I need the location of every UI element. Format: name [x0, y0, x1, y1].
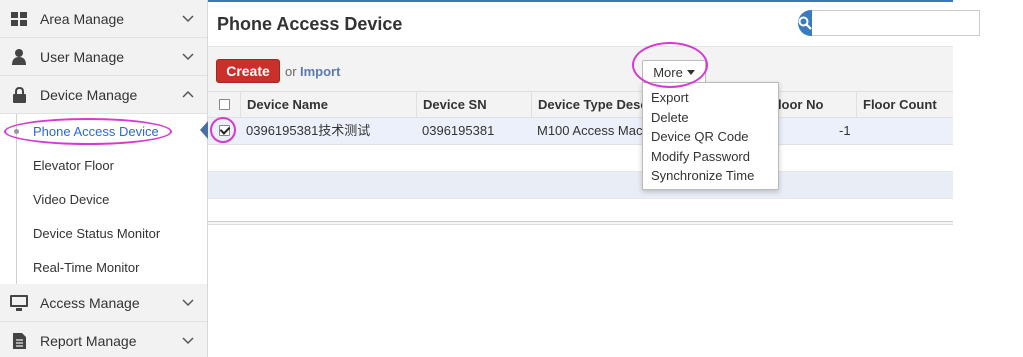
select-all-checkbox[interactable] — [219, 99, 230, 110]
chevron-down-icon — [182, 53, 194, 61]
main-panel: Phone Access Device Create or Import Mor… — [208, 2, 980, 357]
cell-device-sn: 0396195381 — [422, 123, 495, 138]
sidebar-item-label: Video Device — [33, 191, 110, 207]
cell-device-type: M100 Access Mac — [537, 123, 643, 138]
monitor-icon — [10, 294, 28, 312]
grid-icon — [10, 10, 28, 28]
column-header-floor-count[interactable]: Floor Count — [856, 92, 953, 118]
search-input[interactable] — [812, 10, 980, 36]
menu-user-manage-label: User Manage — [40, 48, 125, 65]
column-header-device-name[interactable]: Device Name — [240, 92, 416, 118]
page-title: Phone Access Device — [217, 14, 403, 34]
toolbar: Create or Import More — [208, 46, 953, 92]
menu-device-manage[interactable]: Device Manage — [0, 76, 207, 114]
sidebar-item-video-device[interactable]: Video Device — [0, 182, 207, 216]
more-button[interactable]: More — [642, 60, 706, 84]
menu-access-manage[interactable]: Access Manage — [0, 284, 207, 322]
cell-device-name: 0396195381技术测试 — [246, 123, 371, 138]
table-row[interactable]: 0396195381技术测试 0396195381 M100 Access Ma… — [208, 118, 953, 145]
tree-dot — [14, 129, 19, 134]
sidebar-item-phone-access-device[interactable]: Phone Access Device — [0, 114, 207, 148]
menu-report-manage[interactable]: Report Manage — [0, 322, 207, 357]
search-icon — [798, 16, 812, 30]
menu-item-modify-password[interactable]: Modify Password — [643, 147, 778, 167]
user-icon — [10, 48, 28, 66]
caret-down-icon — [686, 69, 695, 75]
table-header: Device Name Device SN Device Type Desc F… — [208, 91, 953, 118]
device-table: Device Name Device SN Device Type Desc F… — [208, 91, 953, 199]
menu-access-manage-label: Access Manage — [40, 294, 140, 311]
menu-area-manage[interactable]: Area Manage — [0, 0, 207, 38]
tree-line — [16, 148, 17, 182]
menu-area-manage-label: Area Manage — [40, 10, 125, 27]
menu-item-synchronize-time[interactable]: Synchronize Time — [643, 166, 778, 186]
menu-item-export[interactable]: Export — [643, 88, 778, 108]
cell-floor-count — [856, 118, 862, 144]
cell-floor-no: -1 — [839, 123, 851, 138]
sidebar-item-real-time-monitor[interactable]: Real-Time Monitor — [0, 250, 207, 284]
menu-report-manage-label: Report Manage — [40, 332, 137, 349]
sidebar-item-device-status-monitor[interactable]: Device Status Monitor — [0, 216, 207, 250]
sidebar-item-label: Elevator Floor — [33, 157, 114, 173]
create-button[interactable]: Create — [216, 59, 280, 83]
document-icon — [10, 332, 28, 350]
search-box — [798, 10, 980, 36]
active-item-indicator — [200, 121, 208, 139]
sidebar-item-elevator-floor[interactable]: Elevator Floor — [0, 148, 207, 182]
table-footer-divider — [208, 221, 953, 225]
column-header-device-sn[interactable]: Device SN — [416, 92, 531, 118]
table-row-empty — [208, 145, 953, 172]
lock-icon — [10, 86, 28, 104]
tree-line — [16, 182, 17, 216]
chevron-down-icon — [182, 337, 194, 345]
search-button[interactable] — [798, 10, 812, 36]
menu-item-device-qr-code[interactable]: Device QR Code — [643, 127, 778, 147]
table-row-empty — [208, 172, 953, 199]
or-text: or — [285, 64, 297, 79]
sidebar-item-label: Device Status Monitor — [33, 225, 161, 241]
sidebar: Area Manage User Manage Device Manage Ph… — [0, 0, 208, 357]
menu-item-delete[interactable]: Delete — [643, 108, 778, 128]
chevron-down-icon — [182, 15, 194, 23]
import-link[interactable]: Import — [300, 64, 340, 79]
tree-line — [16, 216, 17, 250]
menu-user-manage[interactable]: User Manage — [0, 38, 207, 76]
row-checkbox[interactable] — [219, 125, 230, 136]
more-dropdown-menu: Export Delete Device QR Code Modify Pass… — [642, 82, 779, 190]
chevron-up-icon — [182, 90, 194, 98]
menu-device-manage-label: Device Manage — [40, 86, 138, 103]
sidebar-item-label: Phone Access Device — [33, 123, 159, 139]
sidebar-item-label: Real-Time Monitor — [33, 259, 140, 275]
tree-line — [16, 250, 17, 284]
chevron-down-icon — [182, 299, 194, 307]
more-button-label: More — [653, 64, 683, 80]
